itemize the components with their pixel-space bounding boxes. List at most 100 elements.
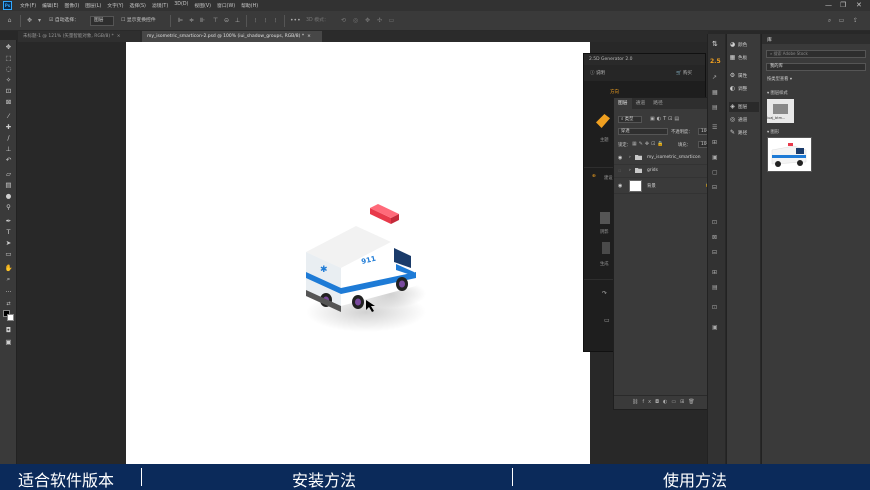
- healing-brush-icon[interactable]: ✚: [3, 123, 14, 131]
- graphic-thumbnail-ambulance[interactable]: [767, 137, 812, 172]
- menu-file[interactable]: 文件(F): [20, 2, 36, 9]
- more-tools-icon[interactable]: …: [3, 286, 14, 294]
- menu-view[interactable]: 视图(V): [194, 2, 211, 9]
- eraser-tool-icon[interactable]: ▱: [3, 170, 14, 178]
- eye-icon[interactable]: ◉: [618, 155, 622, 161]
- align-middle-icon[interactable]: ⊝: [223, 17, 230, 24]
- move-tool-icon[interactable]: ✥: [3, 43, 14, 51]
- minimize-icon[interactable]: —: [825, 1, 832, 9]
- cube-icon[interactable]: [600, 212, 610, 224]
- banner-usage-method[interactable]: 使用方法: [663, 467, 727, 490]
- stamp-tool-icon[interactable]: ⊥: [3, 145, 14, 153]
- tab-layers[interactable]: 图层: [614, 98, 632, 109]
- home-icon[interactable]: ⌂: [6, 17, 13, 24]
- swap-colors-icon[interactable]: ⇄: [3, 300, 14, 308]
- more-options-icon[interactable]: •••: [290, 17, 301, 24]
- banner-install-method[interactable]: 安装方法: [292, 467, 356, 490]
- plugin-badge[interactable]: 2.5: [710, 58, 721, 65]
- align-left-icon[interactable]: ⊫: [177, 17, 184, 24]
- rectangle-tool-icon[interactable]: ▭: [3, 250, 14, 258]
- distribute-left-icon[interactable]: ⦙: [252, 17, 259, 24]
- blur-tool-icon[interactable]: ●: [3, 192, 14, 200]
- menu-window[interactable]: 窗口(W): [217, 2, 235, 9]
- distribute-center-icon[interactable]: ⦙: [262, 17, 269, 24]
- tab-paths[interactable]: 路径: [649, 98, 667, 109]
- menu-type[interactable]: 文字(Y): [107, 2, 123, 9]
- layout-icon[interactable]: ⊡: [712, 219, 717, 226]
- folder-icon[interactable]: ▭: [604, 317, 610, 324]
- show-transform-checkbox[interactable]: ☐ 显示变换控件: [121, 16, 156, 26]
- type-tool-icon[interactable]: T: [3, 228, 14, 236]
- crop-tool-icon[interactable]: ⊡: [3, 87, 14, 95]
- section-graphics[interactable]: ▾ 图形: [767, 129, 779, 135]
- slide-3d-icon[interactable]: ✣: [376, 17, 383, 24]
- close-tab-icon[interactable]: ×: [307, 34, 311, 39]
- screen-mode-icon[interactable]: ▣: [3, 338, 14, 346]
- pan-3d-icon[interactable]: ✥: [364, 17, 371, 24]
- auto-select-dropdown[interactable]: 图层: [90, 16, 114, 26]
- layer-row[interactable]: ◉ › my_isometric_smarticon: [614, 152, 721, 165]
- eye-hidden-icon[interactable]: ▫: [618, 168, 621, 174]
- layout-icon[interactable]: ⊠: [712, 234, 717, 241]
- scale-3d-icon[interactable]: ▭: [388, 17, 395, 24]
- panel-button-color[interactable]: ◕ 颜色: [729, 40, 747, 50]
- move-tool-icon[interactable]: ✥: [26, 17, 33, 24]
- grid-icon[interactable]: ⊞: [712, 139, 717, 146]
- magic-wand-icon[interactable]: ✧: [3, 76, 14, 84]
- panel-button-swatches[interactable]: ▦ 色板: [729, 53, 748, 63]
- blend-mode-dropdown[interactable]: 穿透: [618, 128, 668, 135]
- document-canvas[interactable]: 911 AMBULANCE ✱: [126, 42, 590, 464]
- hand-tool-icon[interactable]: ✋: [3, 264, 14, 272]
- layout-icon[interactable]: ⊟: [712, 249, 717, 256]
- panel-button-adjustments[interactable]: ◐ 调整: [729, 84, 747, 94]
- menu-3d[interactable]: 3D(D): [174, 2, 188, 9]
- background-color-swatch[interactable]: [7, 314, 14, 321]
- eyedropper-icon[interactable]: ⁄: [3, 112, 14, 120]
- align-top-icon[interactable]: ⊤: [212, 17, 219, 24]
- marquee-tool-icon[interactable]: ⬚: [3, 54, 14, 62]
- layout-icon[interactable]: ⊞: [712, 269, 717, 276]
- search-icon[interactable]: ⌕: [826, 17, 833, 24]
- box-icon[interactable]: ▣: [712, 154, 718, 161]
- panel-button-channels[interactable]: ◎ 通道: [729, 115, 747, 125]
- direction-arrow-icon[interactable]: [596, 114, 610, 128]
- layout-icon[interactable]: ▤: [712, 284, 718, 291]
- distribute-right-icon[interactable]: ⦙: [272, 17, 279, 24]
- layer-filter-dropdown[interactable]: ⌕ 类型: [618, 116, 642, 123]
- eye-icon[interactable]: ◉: [618, 183, 622, 189]
- plugin-buy-link[interactable]: 🛒 购买: [676, 70, 692, 76]
- dodge-tool-icon[interactable]: ⚲: [3, 203, 14, 211]
- layout-icon[interactable]: ⊟: [712, 184, 717, 191]
- swap-direction-icon[interactable]: ⇅: [712, 40, 718, 48]
- library-select[interactable]: 我的库: [766, 63, 866, 71]
- layout-icon[interactable]: ⊡: [712, 304, 717, 311]
- align-bottom-icon[interactable]: ⊥: [234, 17, 241, 24]
- pen-tool-icon[interactable]: ✒: [3, 217, 14, 225]
- list-icon[interactable]: ☰: [712, 124, 717, 131]
- gradient-tool-icon[interactable]: ▤: [3, 181, 14, 189]
- section-layer-styles[interactable]: ▾ 图层样式: [767, 90, 788, 96]
- align-center-icon[interactable]: ≑: [188, 17, 195, 24]
- maximize-icon[interactable]: ❐: [840, 1, 846, 9]
- zoom-tool-icon[interactable]: ⌕: [3, 275, 14, 283]
- auto-select-checkbox[interactable]: ☑ 自动选择：: [49, 16, 79, 26]
- layer-filter-icons[interactable]: ▣◐T⊡▤: [650, 116, 681, 122]
- lock-icons[interactable]: ▦✎✥⊡🔒: [632, 141, 666, 147]
- redo-icon[interactable]: ↷: [602, 290, 607, 297]
- menu-help[interactable]: 帮助(H): [241, 2, 258, 9]
- layer-action-icons[interactable]: ⛓fx◘◐▭⊞🗑: [632, 399, 699, 405]
- chevron-down-icon[interactable]: ▾: [36, 17, 43, 24]
- close-tab-icon[interactable]: ×: [117, 34, 121, 39]
- close-icon[interactable]: ✕: [856, 1, 862, 9]
- align-right-icon[interactable]: ⊪: [199, 17, 206, 24]
- menu-layer[interactable]: 图层(L): [85, 2, 101, 9]
- orbit-3d-icon[interactable]: ⟲: [340, 17, 347, 24]
- chevron-right-icon[interactable]: ›: [629, 168, 631, 173]
- panel-button-paths[interactable]: ✎ 路径: [729, 128, 747, 138]
- quick-mask-icon[interactable]: ◘: [3, 326, 14, 334]
- frame-tool-icon[interactable]: ⊠: [3, 98, 14, 106]
- menu-filter[interactable]: 滤镜(T): [152, 2, 168, 9]
- share-icon[interactable]: ⇪: [852, 17, 859, 24]
- panel-button-layers[interactable]: ◈ 图层: [729, 102, 759, 112]
- layer-row[interactable]: ◉ 背景 🔒: [614, 178, 721, 194]
